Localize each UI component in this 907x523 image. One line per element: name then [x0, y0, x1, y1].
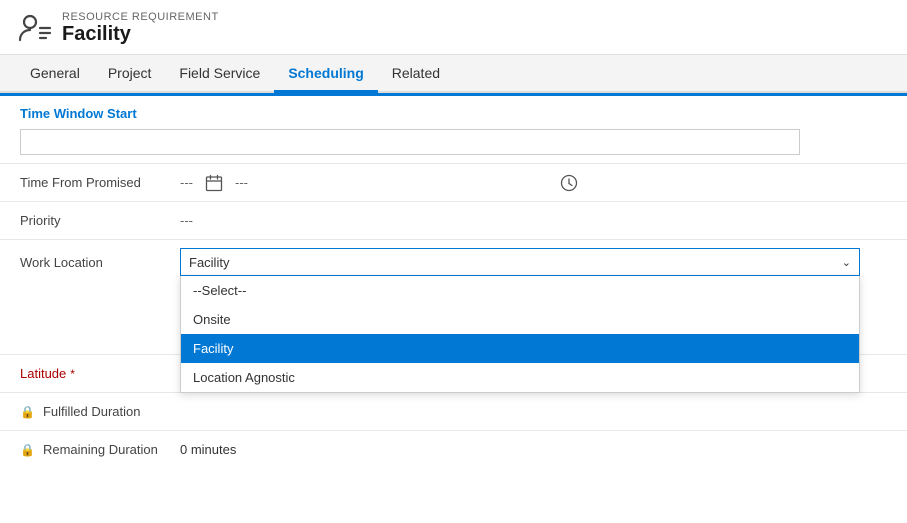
fulfilled-duration-label: 🔒 Fulfilled Duration	[20, 404, 180, 419]
tab-related[interactable]: Related	[378, 55, 454, 93]
lock-icon-fulfilled: 🔒	[20, 405, 35, 419]
work-location-value: Facility ⌄ --Select-- Onsite Facility Lo…	[180, 248, 887, 276]
lock-icon-remaining: 🔒	[20, 443, 35, 457]
dropdown-selected-display[interactable]: Facility ⌄	[180, 248, 860, 276]
resource-icon	[16, 10, 52, 46]
dropdown-list: --Select-- Onsite Facility Location Agno…	[180, 276, 860, 393]
priority-label: Priority	[20, 213, 180, 228]
page-title: Facility	[62, 23, 219, 46]
time-from-promised-label: Time From Promised	[20, 175, 180, 190]
main-content: Time Window Start Time From Promised ---…	[0, 96, 907, 468]
page-header: RESOURCE REQUIREMENT Facility	[0, 0, 907, 55]
time-from-promised-row: Time From Promised --- ---	[0, 163, 907, 201]
fulfilled-duration-row: 🔒 Fulfilled Duration	[0, 392, 907, 430]
dropdown-item-facility[interactable]: Facility	[181, 334, 859, 363]
remaining-duration-value: 0 minutes	[180, 442, 887, 457]
time-from-promised-value: --- ---	[180, 174, 887, 192]
dropdown-chevron-icon: ⌄	[842, 256, 851, 269]
required-indicator: *	[70, 367, 75, 381]
priority-value: ---	[180, 213, 887, 228]
dropdown-selected-label: Facility	[189, 255, 229, 270]
tab-field-service[interactable]: Field Service	[165, 55, 274, 93]
tab-general[interactable]: General	[16, 55, 94, 93]
time-window-input[interactable]	[20, 129, 800, 155]
dropdown-item-select[interactable]: --Select--	[181, 276, 859, 305]
nav-tabs: General Project Field Service Scheduling…	[0, 55, 907, 93]
clock-icon	[560, 174, 578, 192]
time-window-input-row	[0, 127, 907, 163]
dropdown-item-location-agnostic[interactable]: Location Agnostic	[181, 363, 859, 392]
latitude-label: Latitude *	[20, 366, 180, 381]
remaining-duration-label: 🔒 Remaining Duration	[20, 442, 180, 457]
header-text-block: RESOURCE REQUIREMENT Facility	[62, 11, 219, 46]
dropdown-item-onsite[interactable]: Onsite	[181, 305, 859, 334]
work-location-label: Work Location	[20, 255, 180, 270]
priority-row: Priority ---	[0, 201, 907, 239]
work-location-row: Work Location Facility ⌄ --Select-- Onsi…	[0, 239, 907, 284]
tab-scheduling[interactable]: Scheduling	[274, 55, 377, 93]
section-time-window: Time Window Start	[0, 96, 907, 127]
work-location-dropdown[interactable]: Facility ⌄ --Select-- Onsite Facility Lo…	[180, 248, 860, 276]
remaining-duration-row: 🔒 Remaining Duration 0 minutes	[0, 430, 907, 468]
tab-project[interactable]: Project	[94, 55, 166, 93]
calendar-icon	[205, 174, 223, 192]
page-subtitle: RESOURCE REQUIREMENT	[62, 11, 219, 23]
